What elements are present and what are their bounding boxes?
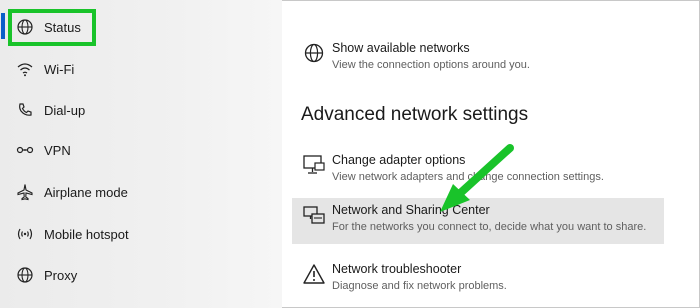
sidebar-item-mobile-hotspot[interactable]: Mobile hotspot bbox=[0, 217, 282, 251]
sidebar-item-wifi[interactable]: Wi-Fi bbox=[0, 52, 282, 86]
airplane-icon bbox=[17, 184, 33, 201]
option-description: View the connection options around you. bbox=[332, 59, 530, 71]
vpn-icon bbox=[16, 146, 34, 154]
option-title: Show available networks bbox=[332, 41, 470, 55]
globe-icon bbox=[304, 43, 324, 63]
wifi-icon bbox=[17, 63, 33, 77]
network-troubleshooter-link[interactable]: Network troubleshooter Diagnose and fix … bbox=[292, 257, 664, 303]
active-indicator bbox=[1, 13, 5, 39]
change-adapter-options-link[interactable]: Change adapter options View network adap… bbox=[292, 148, 664, 194]
sidebar-item-label: Airplane mode bbox=[44, 184, 128, 200]
sidebar-item-label: Wi-Fi bbox=[44, 61, 75, 77]
option-title: Change adapter options bbox=[332, 153, 466, 167]
sidebar-item-label: VPN bbox=[44, 142, 71, 158]
warning-icon bbox=[303, 264, 325, 284]
sidebar-item-dial-up[interactable]: Dial-up bbox=[0, 93, 282, 127]
sidebar-item-label: Mobile hotspot bbox=[44, 226, 129, 242]
hotspot-icon bbox=[17, 228, 33, 240]
network-and-sharing-center-link[interactable]: Network and Sharing Center For the netwo… bbox=[292, 198, 664, 244]
status-highlight-box bbox=[8, 9, 96, 46]
sidebar-item-label: Proxy bbox=[44, 267, 78, 283]
sidebar-item-airplane-mode[interactable]: Airplane mode bbox=[0, 175, 282, 209]
advanced-network-settings-heading: Advanced network settings bbox=[301, 104, 529, 125]
sidebar-item-label: Dial-up bbox=[44, 102, 86, 118]
show-available-networks-link[interactable]: Show available networks View the connect… bbox=[292, 36, 664, 82]
sidebar: Status Wi-Fi Dial-up VPN Airplane mode M… bbox=[0, 0, 282, 308]
globe-icon bbox=[17, 267, 33, 283]
sidebar-item-vpn[interactable]: VPN bbox=[0, 133, 282, 167]
adapter-icon bbox=[303, 155, 325, 174]
sidebar-item-proxy[interactable]: Proxy bbox=[0, 258, 282, 292]
option-description: View network adapters and change connect… bbox=[332, 171, 604, 183]
phone-icon bbox=[19, 103, 32, 116]
sharing-center-icon bbox=[303, 206, 325, 224]
option-description: For the networks you connect to, decide … bbox=[332, 221, 647, 233]
option-title: Network troubleshooter bbox=[332, 262, 462, 276]
main-content: Show available networks View the connect… bbox=[282, 0, 700, 308]
option-title: Network and Sharing Center bbox=[332, 203, 490, 217]
option-description: Diagnose and fix network problems. bbox=[332, 280, 507, 292]
